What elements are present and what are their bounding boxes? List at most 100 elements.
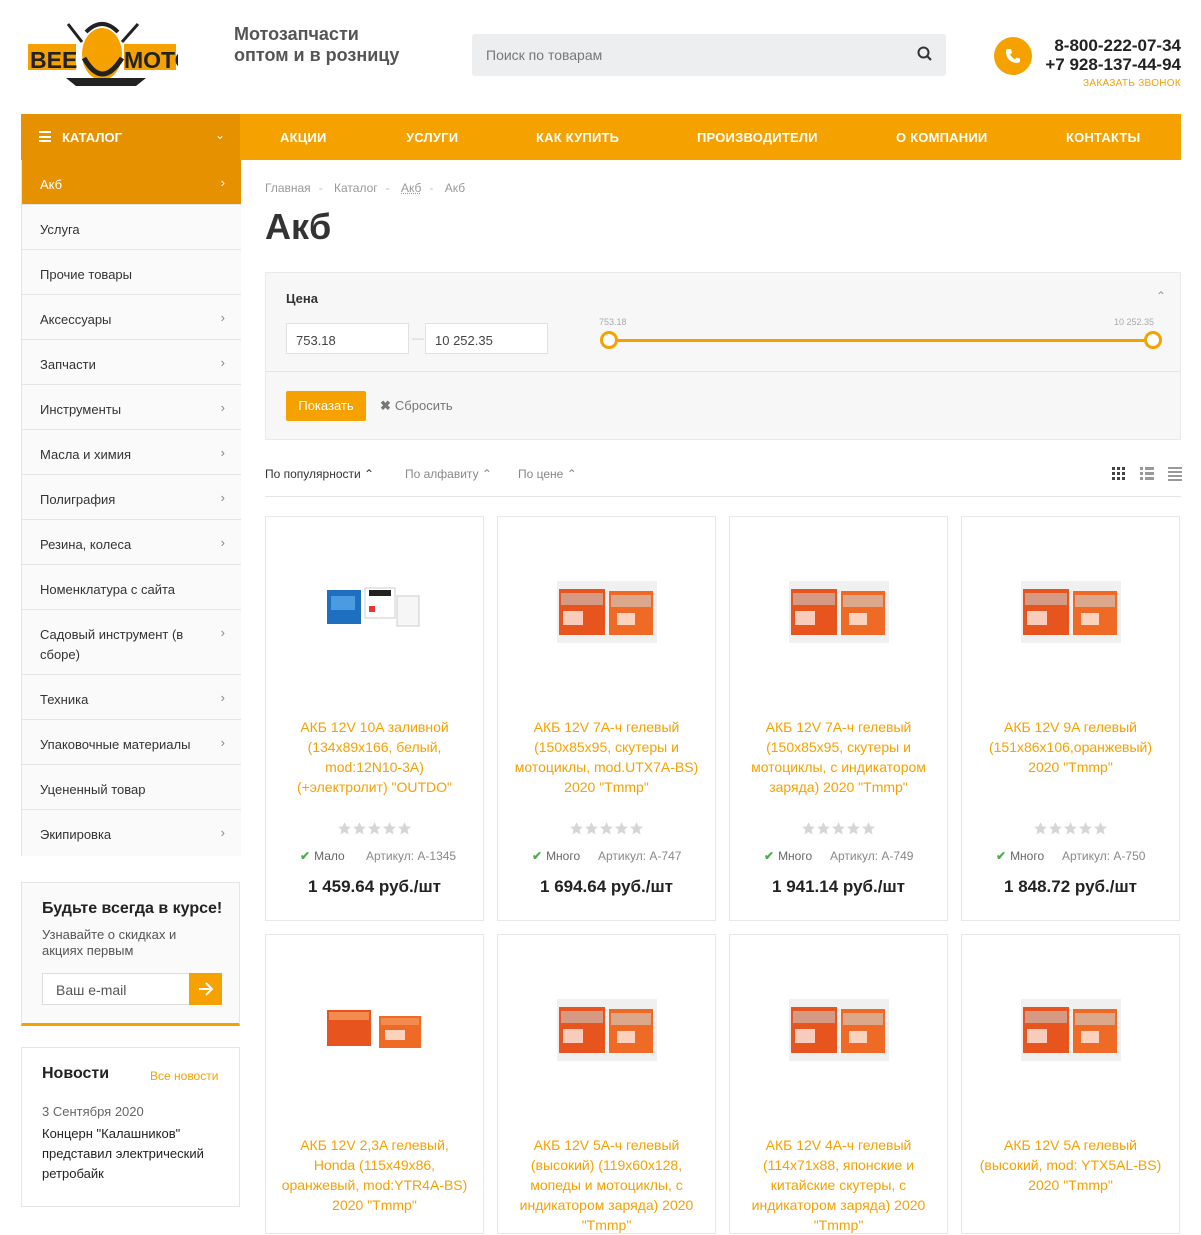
product-name[interactable]: АКБ 12V 2,3A гелевый, Honda (115x49x86, …: [280, 1135, 469, 1215]
price-slider-track[interactable]: [609, 339, 1153, 342]
news-headline[interactable]: Концерн "Калашников" представил электрич…: [42, 1124, 222, 1184]
search-input[interactable]: Поиск по товарам: [472, 34, 946, 76]
product-image[interactable]: [962, 517, 1179, 707]
stock-status: ✔ Много: [996, 849, 1044, 863]
sidebar-item-discounted[interactable]: Уцененный товар: [22, 765, 241, 810]
breadcrumb-catalog[interactable]: Каталог: [334, 181, 378, 195]
menu-icon: [39, 131, 51, 142]
sidebar-item-label: Инструменты: [40, 402, 122, 417]
battery-small-icon: [325, 998, 425, 1063]
nav-item-about[interactable]: О КОМПАНИИ: [896, 130, 987, 145]
product-image[interactable]: [266, 935, 483, 1125]
product-card[interactable]: АКБ 12V 7А-ч гелевый (150x85x95, скутеры…: [497, 516, 716, 921]
product-name[interactable]: АКБ 12V 9A гелевый (151x86x106,оранжевый…: [976, 717, 1165, 777]
price-max-input[interactable]: 10 252.35: [425, 323, 548, 354]
filter-title: Цена: [286, 291, 318, 306]
product-image[interactable]: [266, 517, 483, 707]
product-sku: Артикул: A-747: [598, 849, 682, 863]
stock-label: Много: [546, 849, 581, 863]
chevron-up-icon[interactable]: ⌃: [1156, 289, 1166, 303]
all-news-link[interactable]: Все новости: [150, 1069, 218, 1083]
sidebar-item-label: Аксессуары: [40, 312, 112, 327]
nav-item-promo[interactable]: АКЦИИ: [280, 130, 327, 145]
product-name[interactable]: АКБ 12V 10A заливной (134x89x166, белый,…: [280, 717, 469, 797]
sidebar-item-machinery[interactable]: Техника ›: [22, 675, 241, 720]
reset-button[interactable]: ✖ Сбросить: [380, 398, 453, 414]
search-icon[interactable]: [916, 45, 934, 63]
table-view-icon[interactable]: [1168, 467, 1182, 481]
phone-number-1[interactable]: 8-800-222-07-34: [1010, 36, 1181, 56]
catalog-button[interactable]: КАТАЛОГ ⌄: [21, 114, 240, 160]
product-name[interactable]: АКБ 12V 5A гелевый (высокий, mod: YTX5AL…: [976, 1135, 1165, 1195]
sidebar-item-oils[interactable]: Масла и химия ›: [22, 430, 241, 475]
sidebar-item-polygraphy[interactable]: Полиграфия ›: [22, 475, 241, 520]
breadcrumb-home[interactable]: Главная: [265, 181, 311, 195]
chevron-right-icon: ›: [220, 625, 225, 640]
product-card[interactable]: АКБ 12V 5А-ч гелевый (высокий) (119x60x1…: [497, 934, 716, 1234]
product-card[interactable]: АКБ 12V 10A заливной (134x89x166, белый,…: [265, 516, 484, 921]
product-card[interactable]: АКБ 12V 9A гелевый (151x86x106,оранжевый…: [961, 516, 1180, 921]
page-title: Акб: [265, 206, 332, 247]
product-card[interactable]: АКБ 12V 7А-ч гелевый (150x85x95, скутеры…: [729, 516, 948, 921]
slider-handle-min[interactable]: [600, 331, 618, 349]
check-icon: ✔: [996, 849, 1007, 863]
sidebar-item-garden[interactable]: Садовый инструмент (в сборе) ›: [22, 610, 241, 675]
product-card[interactable]: АКБ 12V 4А-ч гелевый (114x71x88, японски…: [729, 934, 948, 1234]
site-logo[interactable]: BEE MOTO: [26, 18, 193, 92]
product-card[interactable]: АКБ 12V 2,3A гелевый, Honda (115x49x86, …: [265, 934, 484, 1234]
sidebar-item-parts[interactable]: Запчасти ›: [22, 340, 241, 385]
sidebar-item-akb[interactable]: Акб ›: [22, 160, 241, 205]
nav-item-how-to-buy[interactable]: КАК КУПИТЬ: [536, 130, 619, 145]
sort-price[interactable]: По цене ⌃: [518, 467, 577, 481]
sidebar-item-tools[interactable]: Инструменты ›: [22, 385, 241, 430]
product-name[interactable]: АКБ 12V 5А-ч гелевый (высокий) (119x60x1…: [512, 1135, 701, 1235]
sidebar-item-other[interactable]: Прочие товары: [22, 250, 241, 295]
sidebar-item-tires[interactable]: Резина, колеса ›: [22, 520, 241, 565]
battery-orange-icon: [788, 577, 889, 648]
show-button[interactable]: Показать: [286, 391, 366, 421]
list-view-icon[interactable]: [1140, 467, 1154, 481]
breadcrumb: Главная - Каталог - Акб - Акб: [265, 181, 466, 195]
stock-status: ✔ Много: [532, 849, 580, 863]
chevron-right-icon: ›: [220, 175, 225, 190]
callback-link[interactable]: ЗАКАЗАТЬ ЗВОНОК: [1010, 78, 1181, 89]
rating-stars-icon[interactable]: [338, 822, 413, 835]
product-price: 1 694.64 руб./шт: [540, 877, 673, 896]
nav-item-services[interactable]: УСЛУГИ: [406, 130, 458, 145]
rating-stars-icon[interactable]: [570, 822, 645, 835]
product-card[interactable]: АКБ 12V 5A гелевый (высокий, mod: YTX5AL…: [961, 934, 1180, 1234]
nav-item-manufacturers[interactable]: ПРОИЗВОДИТЕЛИ: [697, 130, 818, 145]
rating-stars-icon[interactable]: [1034, 822, 1109, 835]
email-field[interactable]: Ваш e-mail: [42, 973, 190, 1005]
sort-alphabet[interactable]: По алфавиту ⌃: [405, 467, 492, 481]
product-name[interactable]: АКБ 12V 4А-ч гелевый (114x71x88, японски…: [744, 1135, 933, 1235]
phone-number-2[interactable]: +7 928-137-44-94: [1010, 55, 1181, 75]
sidebar-item-packaging[interactable]: Упаковочные материалы ›: [22, 720, 241, 765]
product-image[interactable]: [730, 517, 947, 707]
product-name[interactable]: АКБ 12V 7А-ч гелевый (150x85x95, скутеры…: [744, 717, 933, 797]
reset-label: Сбросить: [394, 398, 453, 413]
product-image[interactable]: [498, 935, 715, 1125]
rating-stars-icon[interactable]: [802, 822, 877, 835]
subscribe-button[interactable]: [189, 973, 222, 1005]
chevron-right-icon: ›: [220, 690, 225, 705]
product-name[interactable]: АКБ 12V 7А-ч гелевый (150x85x95, скутеры…: [512, 717, 701, 797]
product-price: 1 459.64 руб./шт: [308, 877, 441, 896]
sidebar-item-nomenclature[interactable]: Номенклатура с сайта: [22, 565, 241, 610]
sidebar-item-label: Запчасти: [40, 357, 96, 372]
product-image[interactable]: [730, 935, 947, 1125]
sidebar-item-service[interactable]: Услуга: [22, 205, 241, 250]
breadcrumb-akb[interactable]: Акб: [401, 181, 421, 195]
product-image[interactable]: [962, 935, 1179, 1125]
sort-popularity[interactable]: По популярности ⌃: [265, 467, 374, 481]
check-icon: ✔: [532, 849, 543, 863]
product-image[interactable]: [498, 517, 715, 707]
check-icon: ✔: [764, 849, 775, 863]
sidebar-item-gear[interactable]: Экипировка ›: [22, 810, 241, 856]
sidebar-item-accessories[interactable]: Аксессуары ›: [22, 295, 241, 340]
battery-blue-icon: [325, 580, 425, 645]
grid-view-icon[interactable]: [1112, 467, 1126, 481]
price-min-input[interactable]: 753.18: [286, 323, 409, 354]
slider-handle-max[interactable]: [1144, 331, 1162, 349]
nav-item-contacts[interactable]: КОНТАКТЫ: [1066, 130, 1140, 145]
